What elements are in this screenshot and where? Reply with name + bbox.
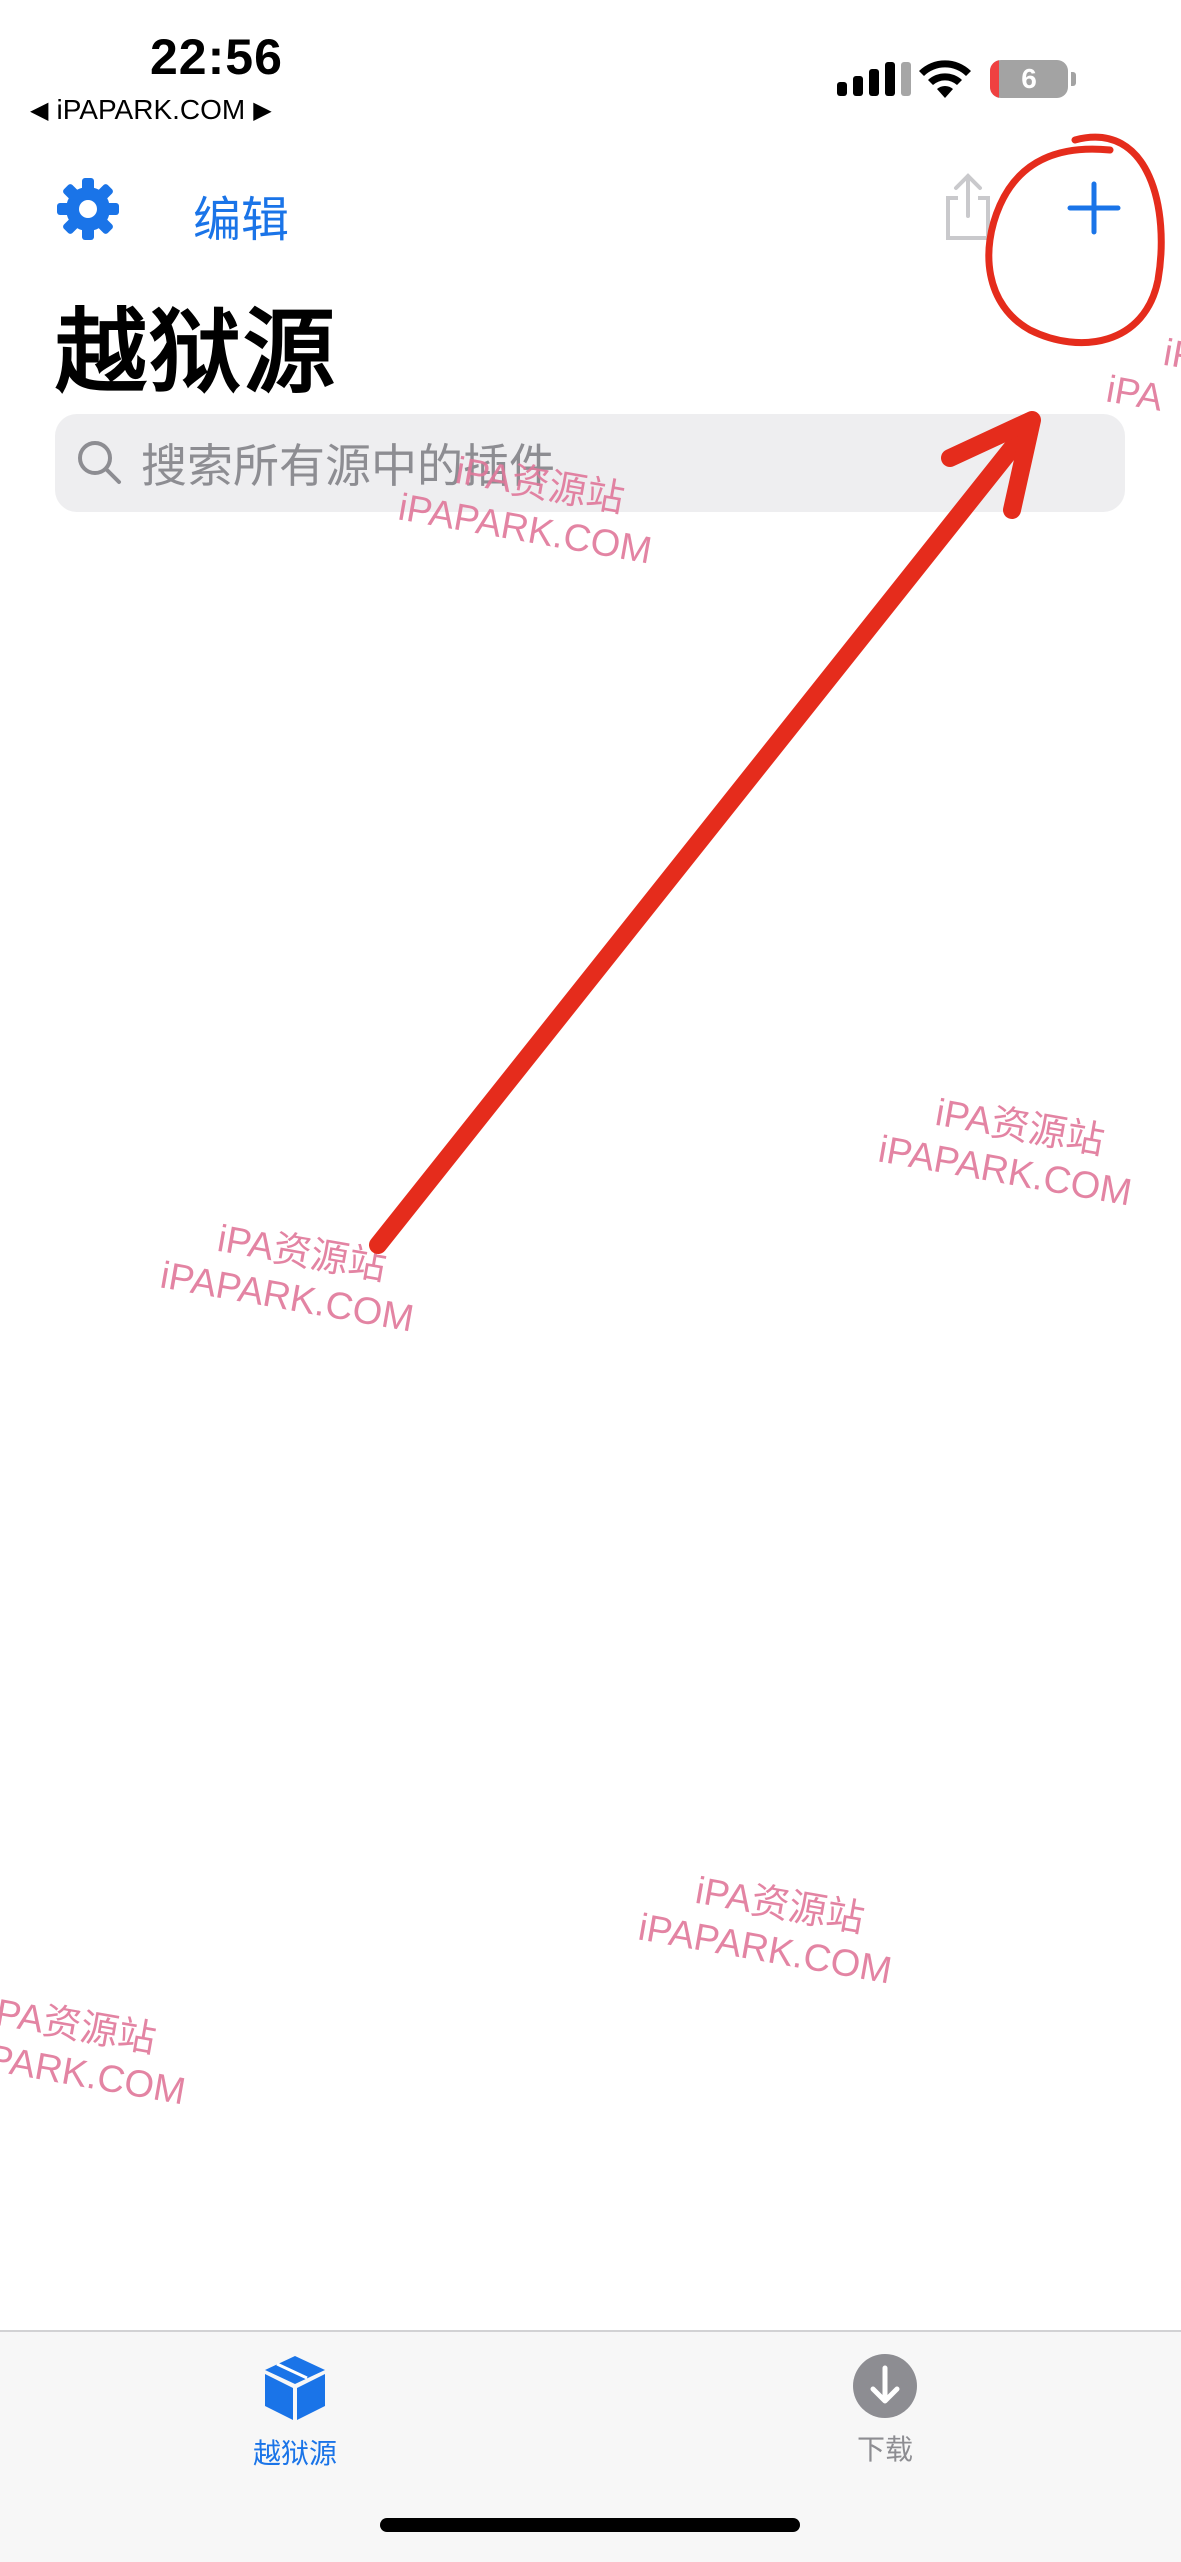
tab-sources-label: 越狱源 (252, 2438, 337, 2469)
search-icon (78, 441, 121, 484)
forward-arrow-icon: ▶ (253, 96, 272, 124)
edit-button[interactable]: 编辑 (193, 180, 289, 250)
cellular-signal-icon (837, 60, 911, 96)
tab-downloads[interactable]: 下载 (765, 2352, 1005, 2468)
page-title: 越狱源 (55, 302, 338, 404)
watermark: iPA资源站 iPAPARK.COM (875, 1091, 1135, 1215)
annotation-arrow (369, 429, 1029, 1254)
back-app-label: iPAPARK.COM (56, 94, 246, 125)
share-icon[interactable] (940, 172, 996, 242)
add-source-button[interactable] (1062, 176, 1126, 240)
battery-tip (1071, 72, 1076, 86)
battery-icon: 6 (990, 60, 1068, 98)
download-icon (853, 2354, 917, 2418)
watermark: iPA资源站 iPAPARK.COM (157, 1217, 417, 1341)
home-indicator[interactable] (380, 2518, 800, 2532)
back-arrow-icon: ◀ (30, 96, 49, 124)
battery-level: 6 (1021, 63, 1037, 94)
status-time: 22:56 (150, 29, 283, 85)
watermark: iPA资源站 iPAPARK.COM (635, 1869, 895, 1993)
watermark: iF iPA (1103, 331, 1181, 420)
back-to-app-button[interactable]: ◀ iPAPARK.COM ▶ (30, 94, 272, 126)
tab-sources[interactable]: 越狱源 (175, 2352, 415, 2472)
cube-icon (265, 2356, 325, 2420)
gear-icon[interactable] (55, 176, 121, 242)
wifi-icon (919, 60, 971, 98)
tab-downloads-label: 下载 (856, 2434, 913, 2465)
watermark: PA资源站 PARK.COM (0, 1991, 189, 2114)
